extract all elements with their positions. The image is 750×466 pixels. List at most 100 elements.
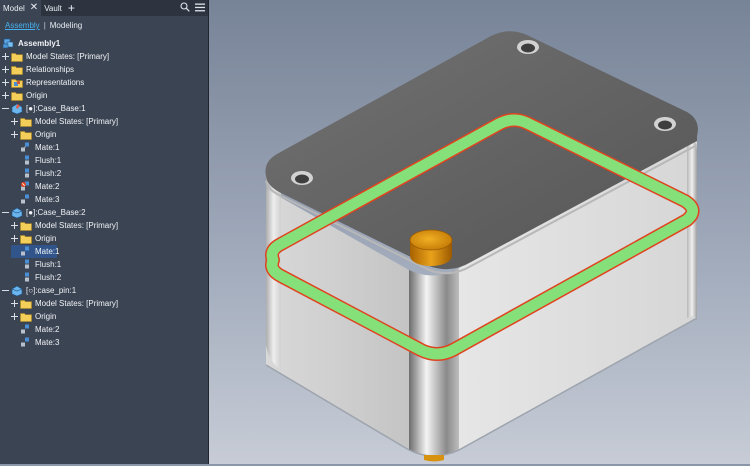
menu-icon[interactable] xyxy=(195,3,205,12)
tree-node-label: Model States: [Primary] xyxy=(35,117,119,126)
box-right-corner xyxy=(687,135,697,320)
tree-node-origin[interactable]: Origin xyxy=(2,89,47,102)
tree-node-label: Origin xyxy=(35,312,57,321)
subtab-modeling[interactable]: Modeling xyxy=(50,21,82,30)
case-pin-bottom xyxy=(424,455,444,462)
collapse-icon[interactable] xyxy=(2,105,9,112)
tree-node-case-base-2[interactable]: [●]:Case_Base:2 xyxy=(2,206,86,219)
folder-icon xyxy=(20,233,32,244)
3d-model-view[interactable] xyxy=(209,0,750,464)
tree-node-label: Representations xyxy=(26,78,85,87)
tab-vault-label: Vault xyxy=(44,3,62,13)
expand-icon[interactable] xyxy=(11,118,18,125)
expand-icon[interactable] xyxy=(11,131,18,138)
browser-tab-bar: Model ✕ Vault + xyxy=(0,0,208,16)
tree-node-label: Flush:1 xyxy=(35,260,62,269)
tree-node-label: Origin xyxy=(35,234,57,243)
close-icon[interactable]: ✕ xyxy=(30,3,38,13)
add-tab-icon[interactable]: + xyxy=(68,2,75,14)
tree-node-flush-1[interactable]: Flush:1 xyxy=(11,258,61,271)
tab-vault[interactable]: Vault xyxy=(41,0,65,16)
tree-node-model-states[interactable]: Model States: [Primary] xyxy=(11,115,118,128)
tree-node-mate-3[interactable]: Mate:3 xyxy=(11,336,59,349)
tree-node-label: Flush:2 xyxy=(35,169,62,178)
tree-node-label: Flush:2 xyxy=(35,273,62,282)
expand-icon[interactable] xyxy=(11,235,18,242)
mate-icon xyxy=(20,337,32,348)
folder-icon xyxy=(20,129,32,140)
collapse-icon[interactable] xyxy=(2,287,9,294)
tree-node-flush-2[interactable]: Flush:2 xyxy=(11,167,61,180)
tree-node-origin[interactable]: Origin xyxy=(11,128,56,141)
tree-node-origin[interactable]: Origin xyxy=(11,232,56,245)
tree-node-label: Relationships xyxy=(26,65,75,74)
flush-icon xyxy=(20,259,32,270)
tree-node-label: Mate:3 xyxy=(35,195,60,204)
collapse-icon[interactable] xyxy=(2,209,9,216)
expand-icon[interactable] xyxy=(11,300,18,307)
tree-node-label: Flush:1 xyxy=(35,156,62,165)
flush-icon xyxy=(20,168,32,179)
tree-node-case-pin-1[interactable]: [○]:case_pin:1 xyxy=(2,284,76,297)
expand-icon[interactable] xyxy=(2,92,9,99)
expand-icon[interactable] xyxy=(11,222,18,229)
tree-node-model-states[interactable]: Model States: [Primary] xyxy=(11,219,118,232)
tree-node-label: Origin xyxy=(35,130,57,139)
tree-node-flush-2[interactable]: Flush:2 xyxy=(11,271,61,284)
subtab-divider: | xyxy=(43,21,46,30)
representations-icon xyxy=(11,77,23,88)
folder-icon xyxy=(11,64,23,75)
mate-error-icon xyxy=(20,181,32,192)
mounting-hole[interactable] xyxy=(291,171,313,185)
part-icon xyxy=(11,207,23,218)
tree-node-mate-2[interactable]: Mate:2 xyxy=(11,323,59,336)
flush-icon xyxy=(20,155,32,166)
model-browser-panel: Model ✕ Vault + Assembly | Modeling Asse… xyxy=(0,0,209,464)
tree-node-label: [●]:Case_Base:2 xyxy=(26,208,86,217)
tree-node-label: Origin xyxy=(26,91,48,100)
folder-icon xyxy=(20,311,32,322)
search-icon[interactable] xyxy=(180,2,190,12)
tree-node-mate-1-selected[interactable]: Mate:1 xyxy=(11,245,60,258)
tree-node-label: Mate:2 xyxy=(35,182,60,191)
tree-node-assembly[interactable]: Assembly1 xyxy=(3,37,60,50)
tree-node-mate-2[interactable]: Mate:2 xyxy=(11,180,59,193)
tree-node-label: Mate:1 xyxy=(35,247,60,256)
mate-icon xyxy=(20,246,32,257)
tree-node-mate-3[interactable]: Mate:3 xyxy=(11,193,59,206)
mate-icon xyxy=(20,194,32,205)
expand-icon[interactable] xyxy=(2,66,9,73)
tree-node-model-states[interactable]: Model States: [Primary] xyxy=(11,297,118,310)
tree-node-mate-1[interactable]: Mate:1 xyxy=(11,141,59,154)
tree-node-case-base-1[interactable]: [●]:Case_Base:1 xyxy=(2,102,86,115)
case-pin[interactable] xyxy=(409,229,453,266)
expand-icon[interactable] xyxy=(2,79,9,86)
tree-node-relationships[interactable]: Relationships xyxy=(2,63,74,76)
flush-icon xyxy=(20,272,32,283)
tree-node-label: Model States: [Primary] xyxy=(35,221,119,230)
tree-node-representations[interactable]: Representations xyxy=(2,76,84,89)
browser-subtabs: Assembly | Modeling xyxy=(0,16,208,35)
tree-node-label: Mate:3 xyxy=(35,338,60,347)
folder-icon xyxy=(11,51,23,62)
tab-model-label: Model xyxy=(3,3,25,13)
tab-model[interactable]: Model ✕ xyxy=(0,0,42,16)
box-front-corner xyxy=(409,268,459,456)
expand-icon[interactable] xyxy=(2,53,9,60)
expand-icon[interactable] xyxy=(11,313,18,320)
part-icon xyxy=(11,285,23,296)
tree-node-flush-1[interactable]: Flush:1 xyxy=(11,154,61,167)
subtab-assembly[interactable]: Assembly xyxy=(5,21,40,30)
mounting-hole[interactable] xyxy=(654,117,676,131)
tree-node-label: [●]:Case_Base:1 xyxy=(26,104,86,113)
tree-node-label: [○]:case_pin:1 xyxy=(26,286,77,295)
tree-node-label: Assembly1 xyxy=(18,39,61,48)
tree-node-model-states[interactable]: Model States: [Primary] xyxy=(2,50,109,63)
tree-node-origin[interactable]: Origin xyxy=(11,310,56,323)
mate-icon xyxy=(20,324,32,335)
mounting-hole[interactable] xyxy=(517,40,539,54)
tree-node-label: Model States: [Primary] xyxy=(26,52,110,61)
graphics-viewport[interactable] xyxy=(209,0,750,464)
tree-node-label: Mate:1 xyxy=(35,143,60,152)
mate-icon xyxy=(20,142,32,153)
